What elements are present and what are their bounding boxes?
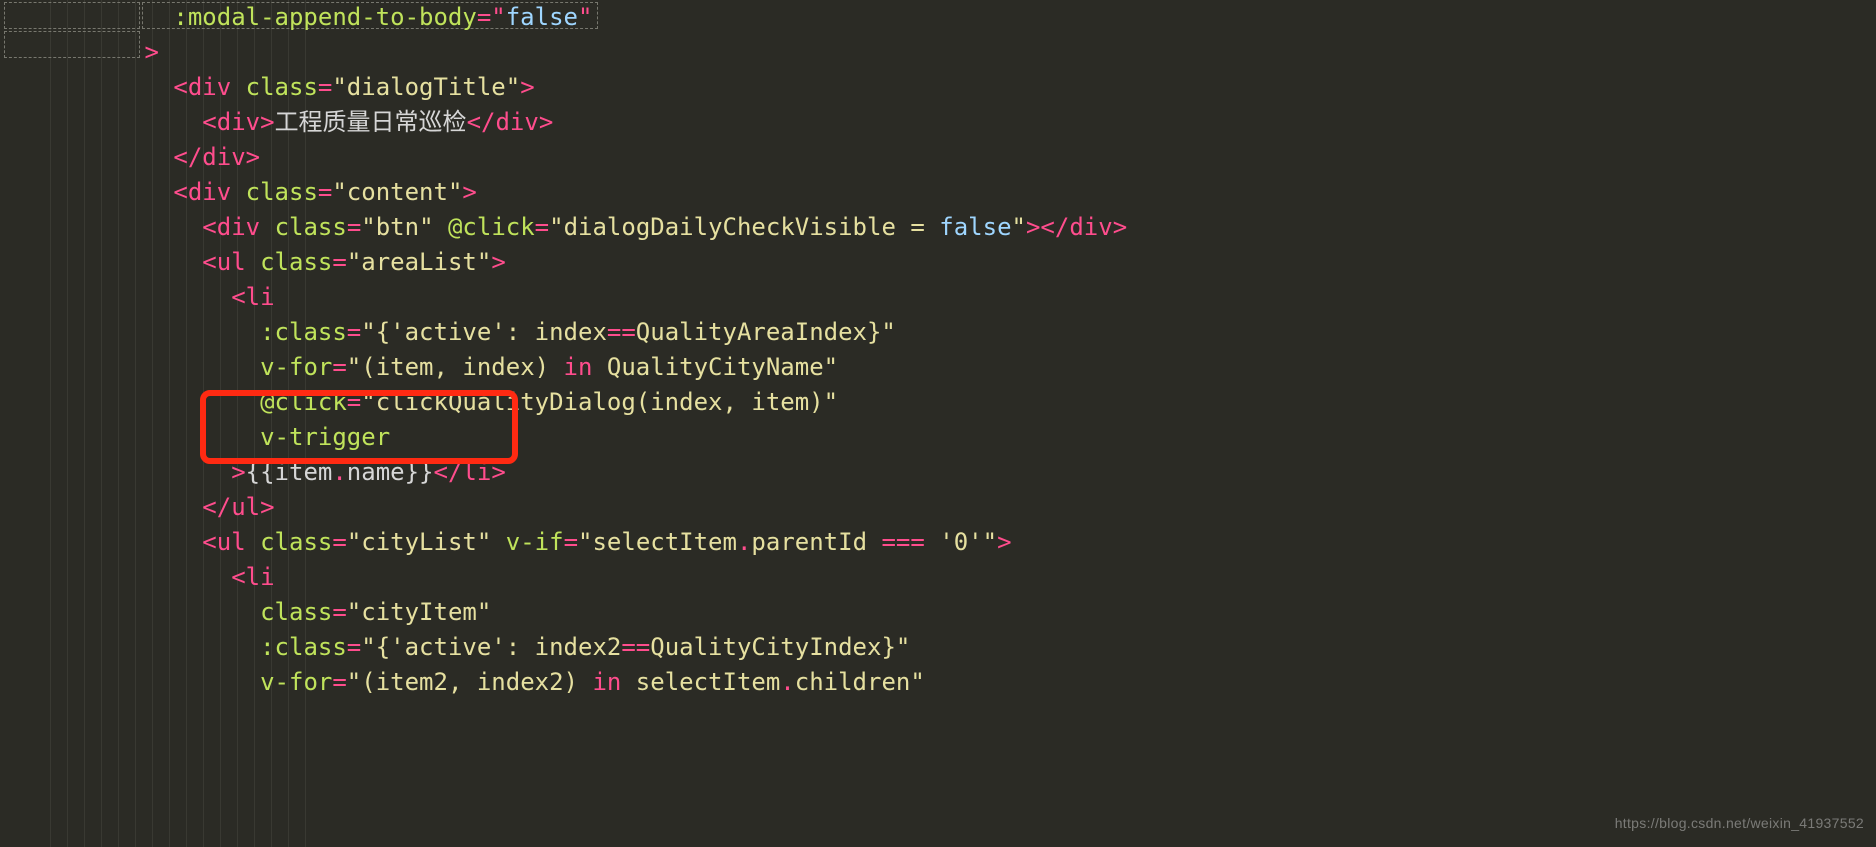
watermark-text: https://blog.csdn.net/weixin_41937552	[1615, 806, 1864, 841]
code-editor-content: :modal-append-to-body="false" > <div cla…	[0, 0, 1127, 700]
